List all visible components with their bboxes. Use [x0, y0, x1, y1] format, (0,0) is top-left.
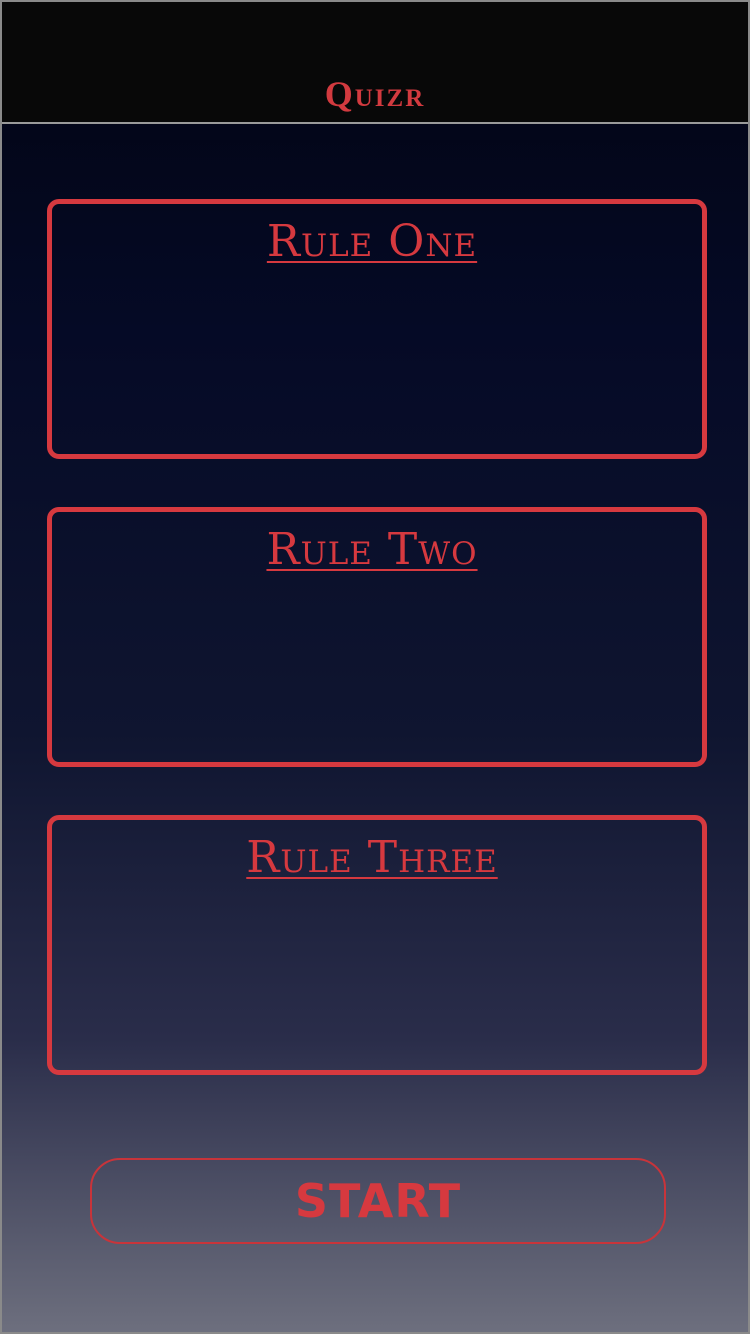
app-screen: Quizr Rule One Rule Two Rule Three START	[0, 0, 750, 1334]
rule-card-two: Rule Two	[47, 507, 707, 767]
start-button-label: START	[294, 1174, 462, 1228]
navigation-bar: Quizr	[2, 2, 748, 124]
rule-two-body	[72, 592, 682, 742]
rule-two-title: Rule Two	[266, 524, 478, 575]
start-button[interactable]: START	[90, 1158, 666, 1244]
rule-three-body	[72, 900, 682, 1050]
app-title: Quizr	[324, 74, 426, 114]
rule-one-title: Rule One	[266, 216, 478, 267]
rule-card-one: Rule One	[47, 199, 707, 459]
rule-card-three: Rule Three	[47, 815, 707, 1075]
rule-three-title: Rule Three	[246, 832, 498, 883]
rule-one-body	[72, 284, 682, 434]
